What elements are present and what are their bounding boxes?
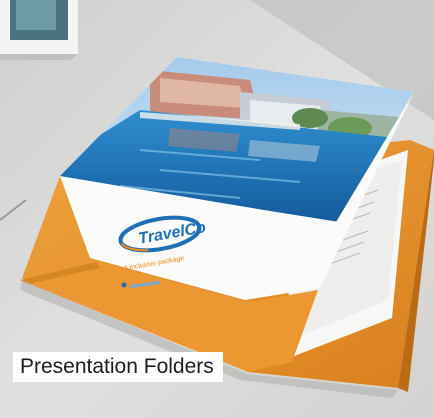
product-photo: TravelCo all inclusive package Presentat… bbox=[0, 0, 434, 418]
product-caption: Presentation Folders bbox=[13, 352, 223, 382]
desk-object bbox=[0, 0, 78, 60]
